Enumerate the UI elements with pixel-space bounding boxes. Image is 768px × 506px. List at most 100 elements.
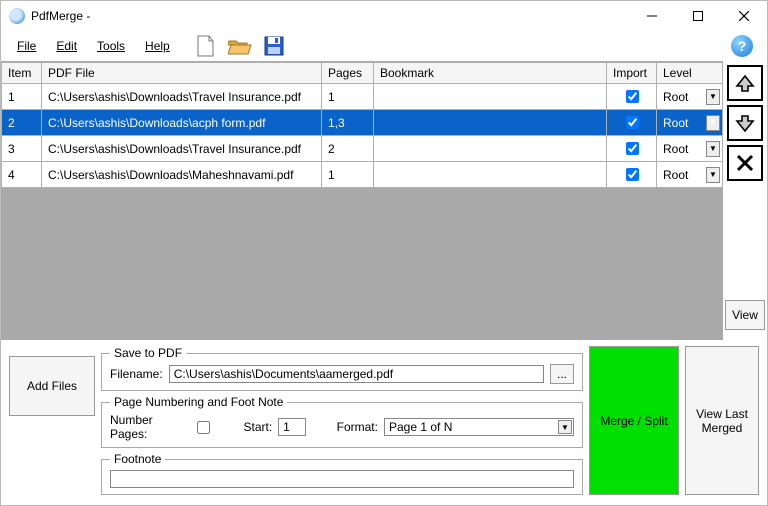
col-file[interactable]: PDF File [42, 63, 322, 84]
cell-import [607, 110, 657, 136]
open-folder-icon[interactable] [228, 34, 252, 58]
menu-edit-label: Edit [56, 39, 77, 53]
cell-file: C:\Users\ashis\Downloads\Travel Insuranc… [42, 136, 322, 162]
table-row[interactable]: 1C:\Users\ashis\Downloads\Travel Insuran… [2, 84, 723, 110]
move-down-button[interactable] [727, 105, 763, 141]
level-dropdown-icon[interactable]: ▼ [706, 89, 720, 105]
col-level[interactable]: Level [657, 63, 723, 84]
grid-empty-area [1, 188, 723, 340]
table-row[interactable]: 3C:\Users\ashis\Downloads\Travel Insuran… [2, 136, 723, 162]
app-icon [9, 8, 25, 24]
cell-level: Root ▼ [657, 84, 723, 110]
footnote-input[interactable] [110, 470, 574, 488]
col-bookmark[interactable]: Bookmark [374, 63, 607, 84]
cell-item: 4 [2, 162, 42, 188]
cell-item: 3 [2, 136, 42, 162]
cell-level: Root ▼ [657, 136, 723, 162]
filename-label: Filename: [110, 367, 163, 381]
table-row[interactable]: 4C:\Users\ashis\Downloads\Maheshnavami.p… [2, 162, 723, 188]
level-dropdown-icon[interactable]: ▼ [706, 141, 720, 157]
menu-file-label: File [17, 39, 36, 53]
cell-bookmark [374, 110, 607, 136]
view-last-merged-button[interactable]: View Last Merged [685, 346, 759, 495]
table-header-row: Item PDF File Pages Bookmark Import Leve… [2, 63, 723, 84]
level-dropdown-icon[interactable]: ▼ [706, 167, 720, 183]
cell-import [607, 162, 657, 188]
cell-level: Root ▼ [657, 162, 723, 188]
cell-bookmark [374, 84, 607, 110]
format-select[interactable]: ▼ [384, 418, 574, 436]
cell-pages: 1 [322, 84, 374, 110]
import-checkbox[interactable] [626, 142, 639, 155]
import-checkbox[interactable] [626, 168, 639, 181]
cell-pages: 1 [322, 162, 374, 188]
view-btn-wrap: View [723, 188, 767, 340]
cell-item: 2 [2, 110, 42, 136]
cell-item: 1 [2, 84, 42, 110]
page-numbering-group: Page Numbering and Foot Note Number Page… [101, 395, 583, 448]
view-button[interactable]: View [725, 300, 765, 330]
remove-button[interactable] [727, 145, 763, 181]
cell-level: Root ▼ [657, 110, 723, 136]
cell-file: C:\Users\ashis\Downloads\acph form.pdf [42, 110, 322, 136]
help-icon[interactable]: ? [731, 35, 753, 57]
col-import[interactable]: Import [607, 63, 657, 84]
import-checkbox[interactable] [626, 116, 639, 129]
cell-pages: 2 [322, 136, 374, 162]
merge-split-button[interactable]: Merge / Split [589, 346, 679, 495]
table-row[interactable]: 2C:\Users\ashis\Downloads\acph form.pdf1… [2, 110, 723, 136]
cell-file: C:\Users\ashis\Downloads\Maheshnavami.pd… [42, 162, 322, 188]
add-files-button[interactable]: Add Files [9, 356, 95, 416]
menu-tools-label: Tools [97, 39, 125, 53]
start-label: Start: [243, 420, 272, 434]
window-controls [629, 1, 767, 31]
save-icon[interactable] [262, 34, 286, 58]
settings-column: Save to PDF Filename: ... Page Numbering… [101, 346, 583, 495]
cell-bookmark [374, 162, 607, 188]
footnote-legend: Footnote [110, 452, 165, 466]
app-window: PdfMerge - File Edit Tools Help [0, 0, 768, 506]
grid-empty-row: View [1, 188, 767, 340]
menu-file[interactable]: File [9, 36, 44, 56]
format-value[interactable] [384, 418, 574, 436]
cell-pages: 1,3 [322, 110, 374, 136]
start-input[interactable] [278, 418, 306, 436]
format-dropdown-icon[interactable]: ▼ [558, 420, 572, 434]
cell-file: C:\Users\ashis\Downloads\Travel Insuranc… [42, 84, 322, 110]
menu-edit[interactable]: Edit [48, 36, 85, 56]
level-dropdown-icon[interactable]: ▼ [706, 115, 720, 131]
minimize-button[interactable] [629, 1, 675, 31]
file-grid[interactable]: Item PDF File Pages Bookmark Import Leve… [1, 61, 723, 188]
cell-bookmark [374, 136, 607, 162]
save-to-pdf-legend: Save to PDF [110, 346, 186, 360]
new-file-icon[interactable] [194, 34, 218, 58]
footnote-group: Footnote [101, 452, 583, 495]
body: Item PDF File Pages Bookmark Import Leve… [1, 61, 767, 505]
titlebar: PdfMerge - [1, 1, 767, 31]
level-value: Root [663, 142, 688, 156]
save-to-pdf-group: Save to PDF Filename: ... [101, 346, 583, 391]
side-buttons [723, 61, 767, 188]
import-checkbox[interactable] [626, 90, 639, 103]
maximize-button[interactable] [675, 1, 721, 31]
window-title: PdfMerge - [31, 9, 629, 23]
bottom-panel: Add Files Save to PDF Filename: ... Page… [1, 340, 767, 505]
col-item[interactable]: Item [2, 63, 42, 84]
menubar: File Edit Tools Help ? [1, 31, 767, 61]
menu-help[interactable]: Help [137, 36, 178, 56]
menu-help-label: Help [145, 39, 170, 53]
level-value: Root [663, 168, 688, 182]
menu-tools[interactable]: Tools [89, 36, 133, 56]
close-button[interactable] [721, 1, 767, 31]
level-value: Root [663, 90, 688, 104]
cell-import [607, 136, 657, 162]
filename-input[interactable] [169, 365, 544, 383]
level-value: Root [663, 116, 688, 130]
browse-button[interactable]: ... [550, 364, 574, 384]
col-pages[interactable]: Pages [322, 63, 374, 84]
number-pages-checkbox[interactable] [197, 421, 210, 434]
move-up-button[interactable] [727, 65, 763, 101]
file-table: Item PDF File Pages Bookmark Import Leve… [1, 62, 723, 188]
format-label: Format: [337, 420, 378, 434]
grid-row: Item PDF File Pages Bookmark Import Leve… [1, 61, 767, 188]
